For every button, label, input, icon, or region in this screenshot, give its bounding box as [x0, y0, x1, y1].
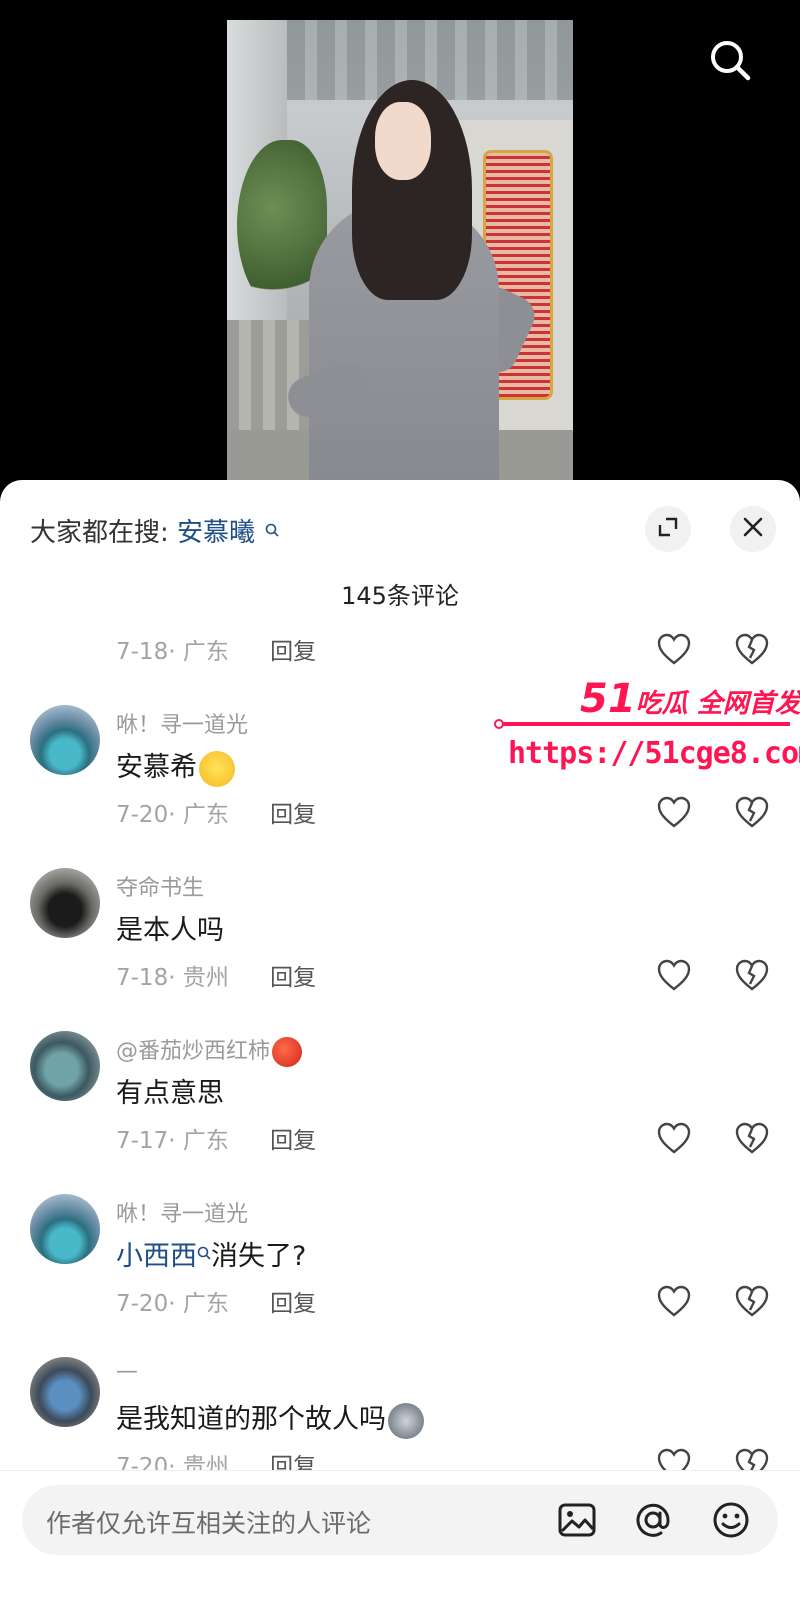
- dislike-broken-heart-icon[interactable]: [733, 956, 771, 994]
- comment-date: 7-18: [116, 639, 169, 665]
- watermark: 51吃瓜 全网首发 https://51cge8.com: [494, 676, 800, 786]
- comment-username[interactable]: 咻！寻一道光: [116, 1196, 248, 1228]
- comment-date: 7-17: [116, 1128, 169, 1154]
- mention-icon[interactable]: [632, 1499, 674, 1541]
- comment-item: @番茄炒西红柿 有点意思 7-17· 广东 回复: [0, 1031, 800, 1194]
- comment-location: 贵州: [182, 965, 229, 991]
- avatar[interactable]: [30, 1031, 100, 1101]
- comment-text: 是我知道的那个故人吗: [116, 1397, 424, 1439]
- comment-text: 是本人吗: [116, 915, 224, 946]
- comment-meta: 7-18· 贵州 回复: [116, 965, 317, 991]
- like-heart-icon[interactable]: [655, 1119, 693, 1157]
- video-frame: [227, 20, 573, 500]
- avatar[interactable]: [30, 868, 100, 938]
- everyone-search-label: 大家都在搜:: [30, 518, 169, 548]
- everyone-search[interactable]: 大家都在搜: 安慕曦: [30, 512, 279, 549]
- comment-location: 广东: [182, 802, 229, 828]
- comment-username[interactable]: 夺命书生: [116, 870, 204, 902]
- search-icon[interactable]: [708, 38, 752, 82]
- like-heart-icon[interactable]: [655, 793, 693, 831]
- like-heart-icon[interactable]: [655, 1282, 693, 1320]
- comment-meta: 7-20· 广东 回复: [116, 1291, 317, 1317]
- emoji-icon[interactable]: [710, 1499, 752, 1541]
- reply-button[interactable]: 回复: [270, 1291, 316, 1317]
- sheet-header: 大家都在搜: 安慕曦: [0, 480, 800, 560]
- comment-username[interactable]: 咻！寻一道光: [116, 707, 248, 739]
- search-icon: [197, 1236, 211, 1267]
- comment-text: 小西西 消失了?: [116, 1234, 306, 1273]
- comment-username[interactable]: @番茄炒西红柿: [116, 1033, 303, 1067]
- avatar[interactable]: [30, 705, 100, 775]
- like-heart-icon[interactable]: [655, 630, 693, 668]
- comment-location: 广东: [182, 1291, 229, 1317]
- comment-date: 7-20: [116, 1291, 169, 1317]
- comment-location: 广东: [182, 639, 229, 665]
- avatar[interactable]: [30, 1357, 100, 1427]
- close-icon: [742, 516, 764, 542]
- comment-sheet: 大家都在搜: 安慕曦 145条评论 7-18· 广东 回复 咻！寻一道光 安慕希…: [0, 480, 800, 1601]
- image-icon[interactable]: [556, 1499, 598, 1541]
- comment-location: 广东: [182, 1128, 229, 1154]
- comment-input-bar: 作者仅允许互相关注的人评论: [0, 1470, 800, 1601]
- like-heart-icon[interactable]: [655, 956, 693, 994]
- reply-button[interactable]: 回复: [270, 639, 316, 665]
- reply-button[interactable]: 回复: [270, 965, 316, 991]
- reply-button[interactable]: 回复: [270, 1128, 316, 1154]
- watermark-url: https://51cge8.com: [508, 736, 800, 771]
- dislike-broken-heart-icon[interactable]: [733, 1282, 771, 1320]
- comment-date: 7-18: [116, 965, 169, 991]
- cat-emoji-icon: [388, 1402, 424, 1439]
- avatar[interactable]: [30, 1194, 100, 1264]
- expand-button[interactable]: [645, 506, 691, 552]
- comment-item: 夺命书生 是本人吗 7-18· 贵州 回复: [0, 868, 800, 1031]
- dislike-broken-heart-icon[interactable]: [733, 630, 771, 668]
- comment-text: 有点意思: [116, 1078, 224, 1109]
- video-player[interactable]: [0, 0, 800, 500]
- comment-meta: 7-20· 广东 回复: [116, 802, 317, 828]
- comment-meta: 7-18· 广东 回复: [116, 639, 317, 665]
- comment-username[interactable]: —: [116, 1359, 138, 1384]
- reply-button[interactable]: 回复: [270, 802, 316, 828]
- close-button[interactable]: [730, 506, 776, 552]
- comment-date: 7-20: [116, 802, 169, 828]
- comment-search-link[interactable]: 小西西: [116, 1241, 197, 1272]
- smug-emoji-icon: [199, 750, 235, 787]
- comment-meta: 7-17· 广东 回复: [116, 1128, 317, 1154]
- search-icon: [265, 514, 279, 544]
- tomato-emoji-icon: [272, 1037, 303, 1067]
- comment-input-placeholder: 作者仅允许互相关注的人评论: [46, 1509, 372, 1538]
- comment-count: 145条评论: [341, 582, 459, 610]
- everyone-search-term[interactable]: 安慕曦: [177, 518, 255, 548]
- person-face: [375, 102, 431, 180]
- watermark-dot: [494, 719, 504, 729]
- dislike-broken-heart-icon[interactable]: [733, 1119, 771, 1157]
- comment-item: 咻！寻一道光 小西西 消失了? 7-20· 广东 回复: [0, 1194, 800, 1357]
- watermark-line: [500, 722, 790, 726]
- expand-icon: [656, 515, 680, 543]
- comment-text: 安慕希: [116, 745, 235, 787]
- watermark-brand: 51吃瓜 全网首发: [580, 676, 800, 722]
- dislike-broken-heart-icon[interactable]: [733, 793, 771, 831]
